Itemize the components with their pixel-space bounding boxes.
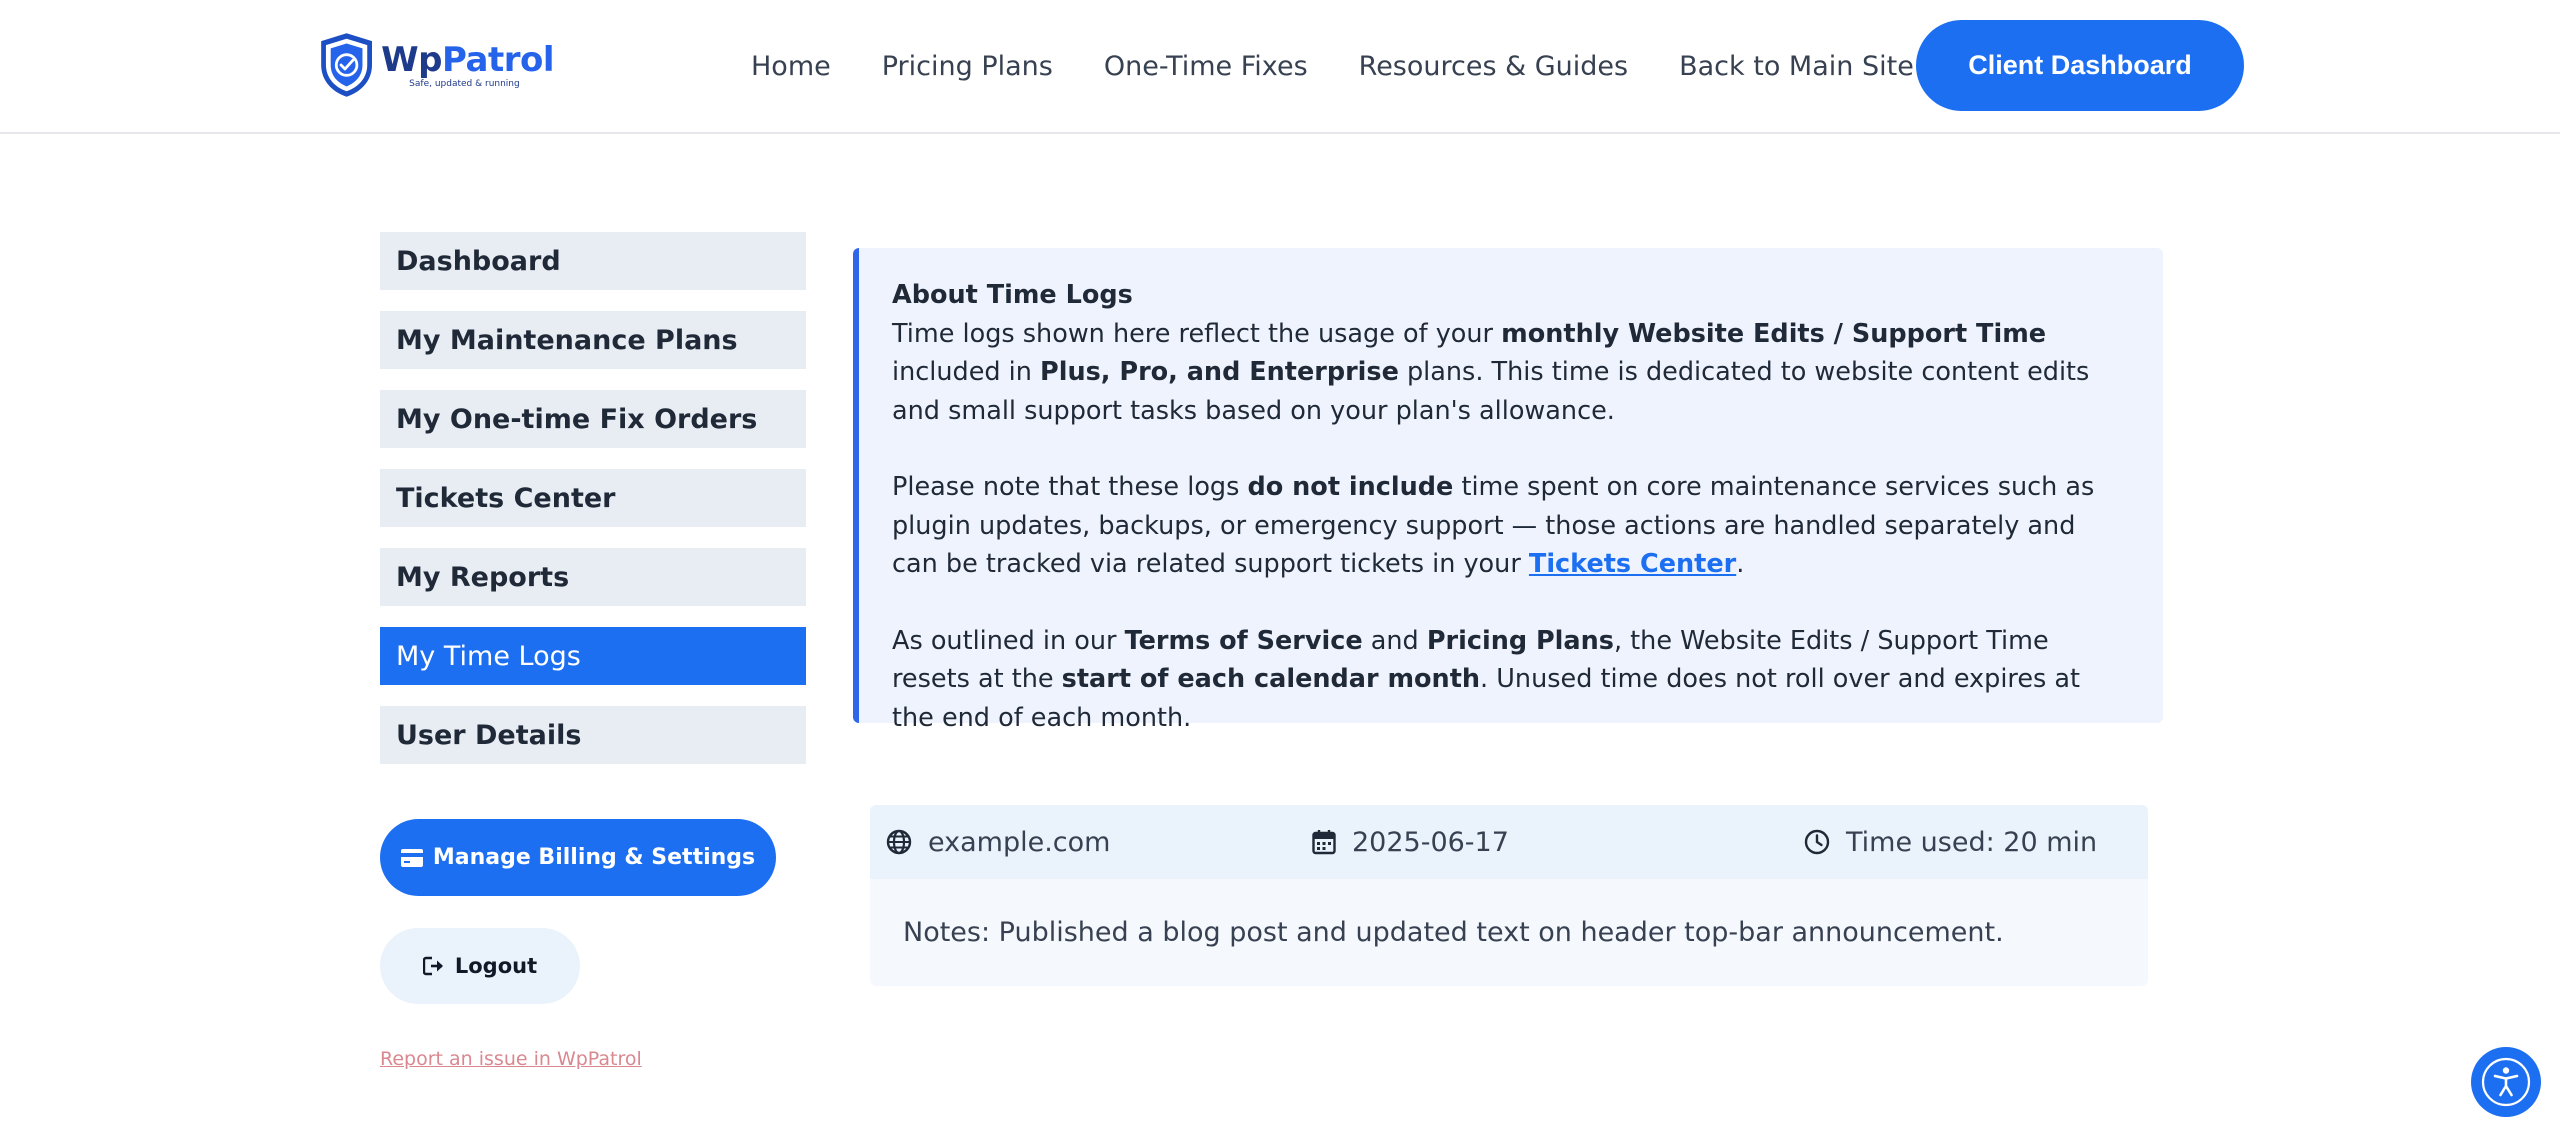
- logout-label: Logout: [454, 954, 538, 978]
- credit-card-icon: [400, 848, 423, 867]
- shield-logo-icon: [321, 33, 372, 97]
- logout-icon: [422, 956, 443, 976]
- calendar-icon: [1312, 830, 1336, 855]
- log-date-value: 2025-06-17: [1352, 826, 1509, 858]
- time-log-notes: Notes: Published a blog post and updated…: [870, 879, 2148, 986]
- sidebar-item-user-details[interactable]: User Details: [380, 706, 806, 764]
- nav-pricing-plans[interactable]: Pricing Plans: [882, 51, 1053, 82]
- client-dashboard-button[interactable]: Client Dashboard: [1916, 20, 2244, 111]
- sidebar-item-time-logs[interactable]: My Time Logs: [380, 627, 806, 685]
- logo-name: WpPatrol: [381, 40, 554, 80]
- account-sidebar: Dashboard My Maintenance Plans My One-ti…: [380, 232, 806, 785]
- accessibility-button[interactable]: [2471, 1047, 2541, 1117]
- info-paragraph-2: Please note that these logs do not inclu…: [892, 472, 2095, 579]
- info-paragraph-3: As outlined in our Terms of Service and …: [892, 625, 2081, 733]
- nav-one-time-fixes[interactable]: One-Time Fixes: [1104, 51, 1308, 82]
- main-nav: Home Pricing Plans One-Time Fixes Resour…: [751, 46, 1914, 86]
- report-issue-link[interactable]: Report an issue in WpPatrol: [380, 1048, 642, 1070]
- nav-resources-guides[interactable]: Resources & Guides: [1359, 51, 1628, 82]
- nav-home[interactable]: Home: [751, 51, 831, 82]
- manage-billing-button[interactable]: Manage Billing & Settings: [380, 819, 776, 896]
- log-time-used: Time used: 20 min: [1804, 805, 2097, 879]
- sidebar-item-dashboard[interactable]: Dashboard: [380, 232, 806, 290]
- sidebar-item-tickets-center[interactable]: Tickets Center: [380, 469, 806, 527]
- nav-back-to-main-site[interactable]: Back to Main Site: [1679, 51, 1914, 82]
- sidebar-item-reports[interactable]: My Reports: [380, 548, 806, 606]
- sidebar-item-maintenance-plans[interactable]: My Maintenance Plans: [380, 311, 806, 369]
- info-paragraph-1: About Time Logs Time logs shown here ref…: [892, 280, 2090, 426]
- wppatrol-logo[interactable]: WpPatrol Safe, updated & running: [318, 22, 554, 108]
- info-title: About Time Logs: [892, 280, 1133, 310]
- accessibility-icon: [2481, 1057, 2531, 1107]
- tickets-center-link[interactable]: Tickets Center: [1529, 549, 1736, 579]
- log-site: example.com: [886, 805, 1110, 879]
- about-time-logs-box: About Time Logs Time logs shown here ref…: [853, 248, 2163, 733]
- logo-tagline: Safe, updated & running: [409, 79, 520, 89]
- log-time-used-value: Time used: 20 min: [1846, 826, 2098, 858]
- globe-icon: [886, 829, 912, 855]
- clock-icon: [1804, 829, 1830, 855]
- manage-billing-label: Manage Billing & Settings: [432, 845, 756, 870]
- site-header: WpPatrol Safe, updated & running Home Pr…: [0, 0, 2560, 134]
- log-date: 2025-06-17: [1312, 805, 1509, 879]
- sidebar-item-one-time-fix-orders[interactable]: My One-time Fix Orders: [380, 390, 806, 448]
- logout-button[interactable]: Logout: [380, 928, 580, 1004]
- log-site-value: example.com: [928, 826, 1111, 858]
- time-log-entry-header: example.com 2025-06-17 Time used: 20 min: [870, 805, 2148, 879]
